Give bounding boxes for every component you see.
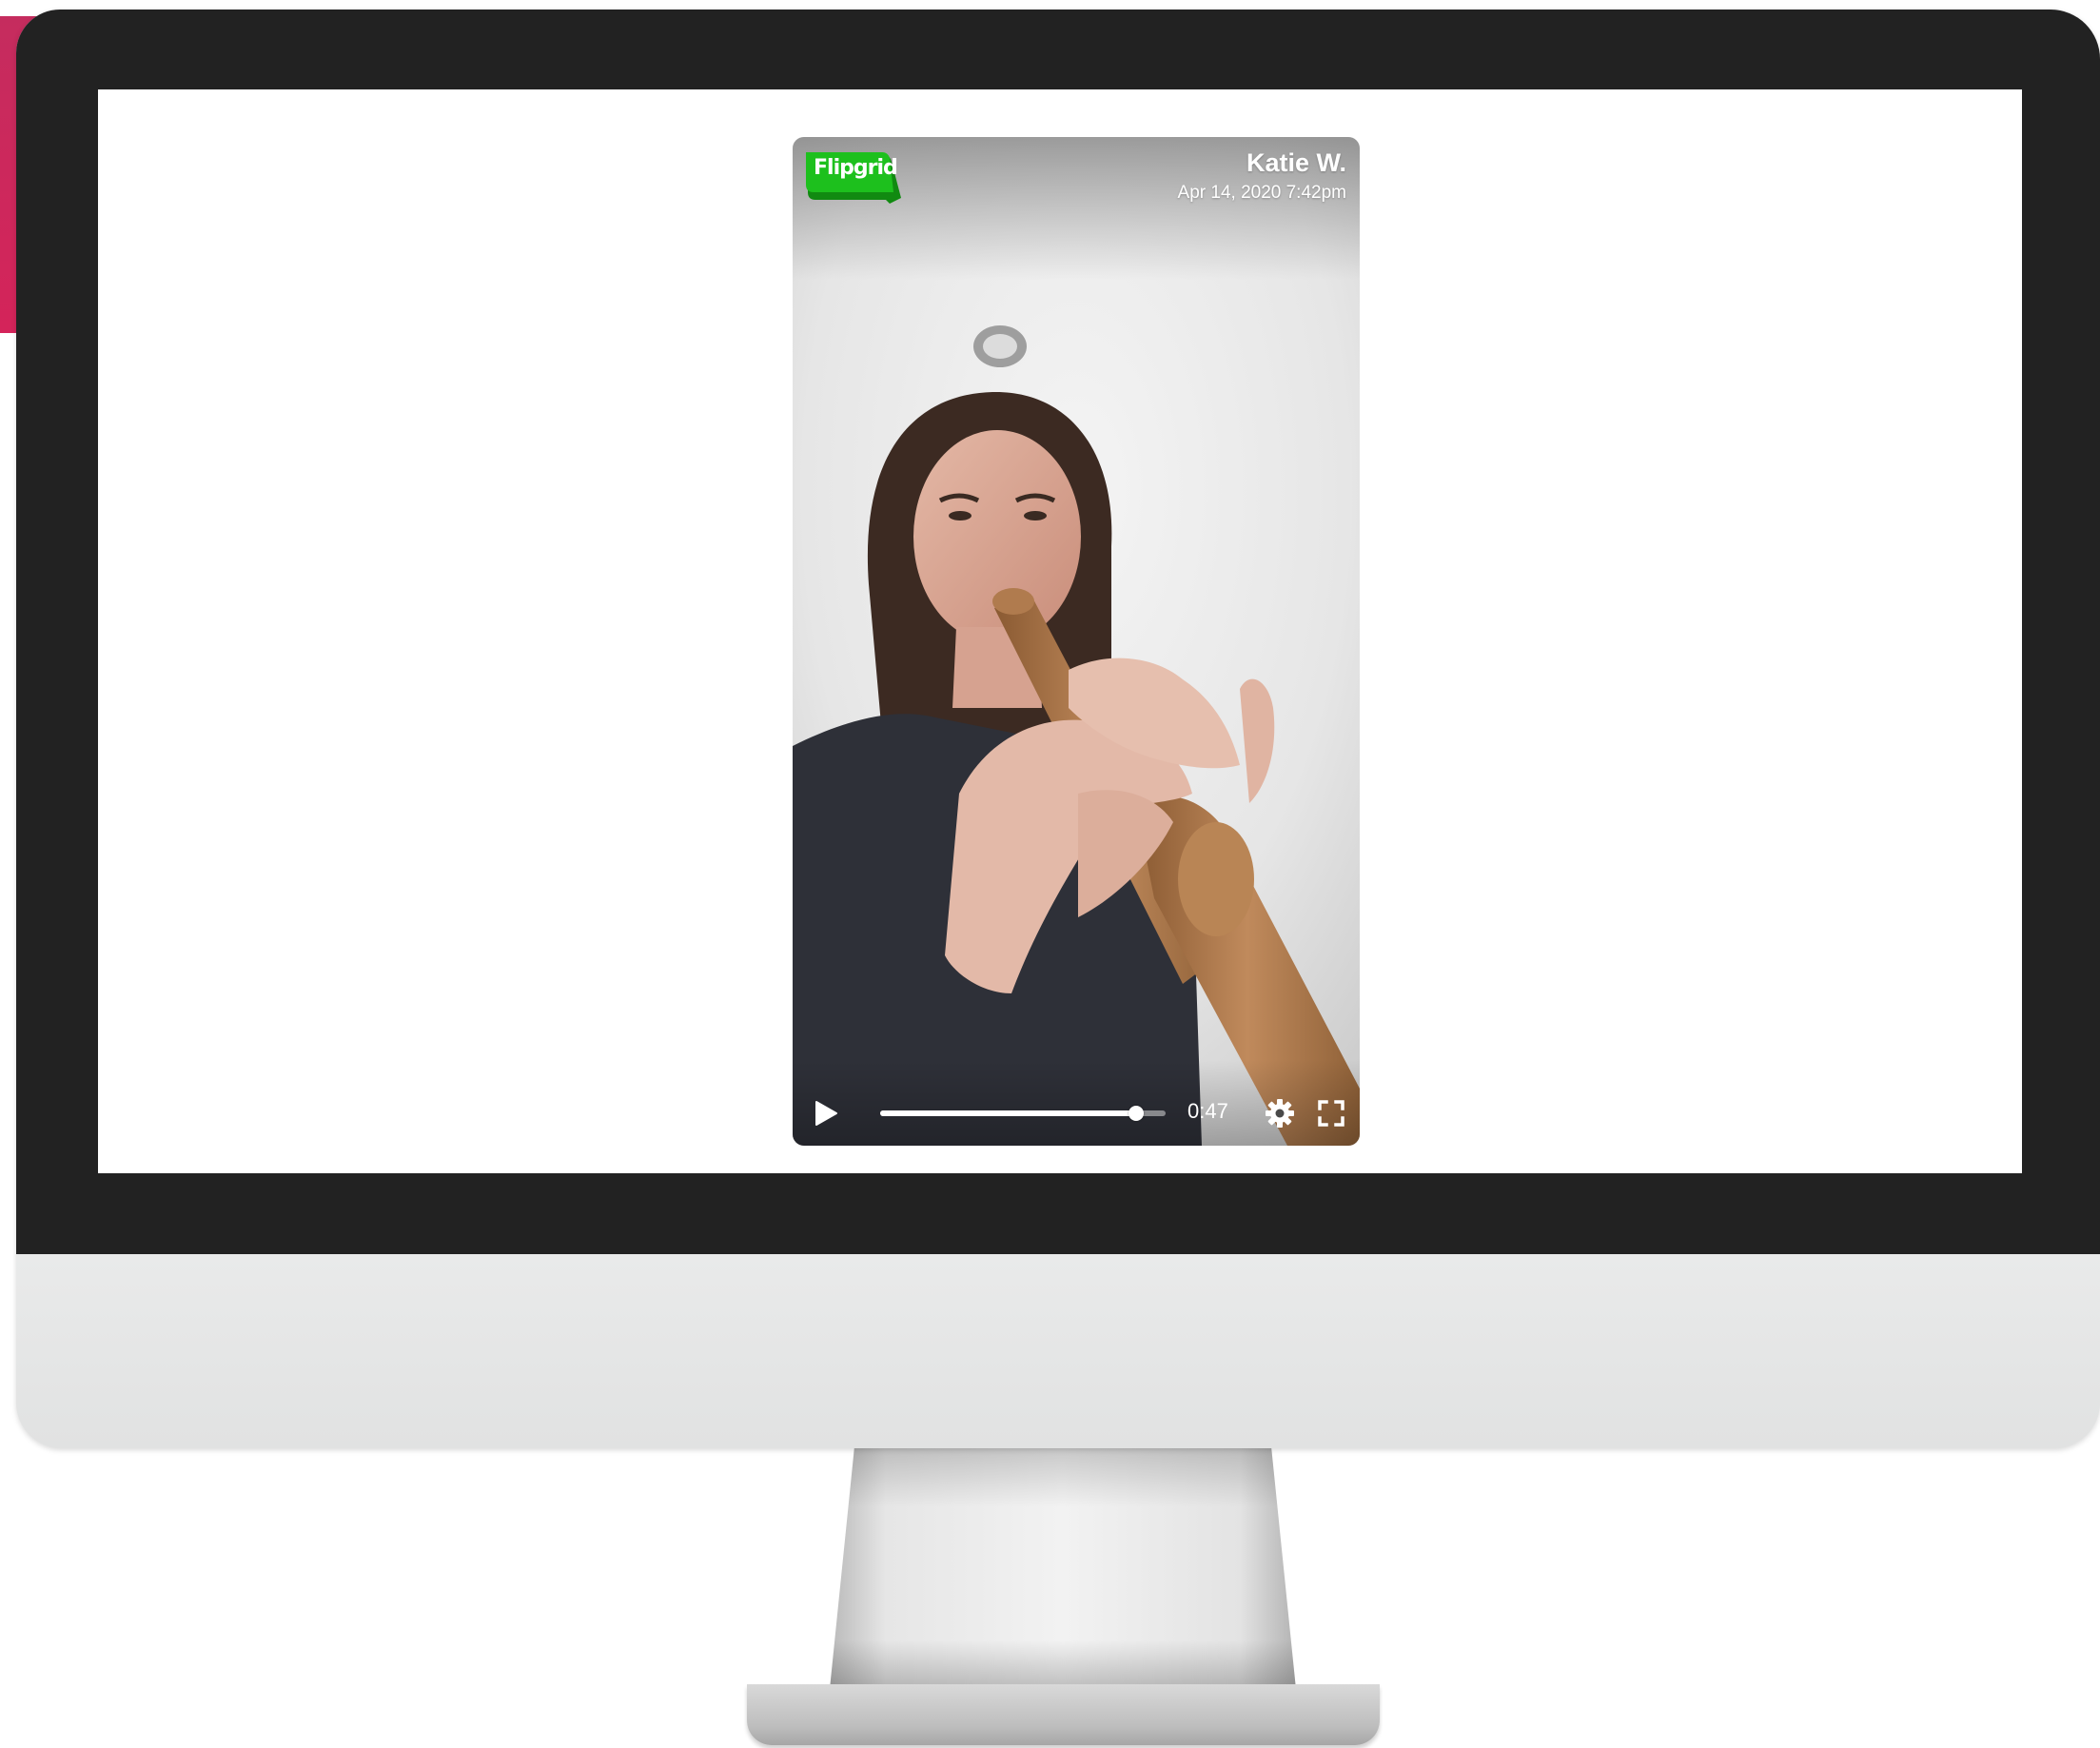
play-icon[interactable] [810, 1098, 840, 1129]
post-date: Apr 14, 2020 7:42pm [1177, 183, 1346, 203]
monitor: Flipgrid Katie W. Apr 14, 2020 7:42pm 0:… [16, 10, 2100, 1448]
flipgrid-logo-text: Flipgrid [814, 156, 898, 180]
video-controls: 0:47 [793, 1079, 1360, 1146]
progress-fill [880, 1110, 1136, 1116]
monitor-stand-base [747, 1684, 1380, 1745]
gear-icon[interactable] [1265, 1098, 1295, 1129]
video-frame [793, 137, 1360, 1146]
monitor-screen: Flipgrid Katie W. Apr 14, 2020 7:42pm 0:… [98, 89, 2022, 1173]
monitor-chin [16, 1254, 2100, 1448]
device-mockup: Flipgrid Katie W. Apr 14, 2020 7:42pm 0:… [0, 0, 2100, 1748]
author-name: Katie W. [1246, 148, 1346, 177]
progress-handle[interactable] [1128, 1106, 1144, 1121]
video-duration: 0:47 [1187, 1099, 1228, 1123]
video-player[interactable]: Flipgrid Katie W. Apr 14, 2020 7:42pm 0:… [793, 137, 1360, 1146]
fullscreen-icon[interactable] [1317, 1099, 1345, 1128]
progress-bar[interactable] [880, 1106, 1166, 1121]
